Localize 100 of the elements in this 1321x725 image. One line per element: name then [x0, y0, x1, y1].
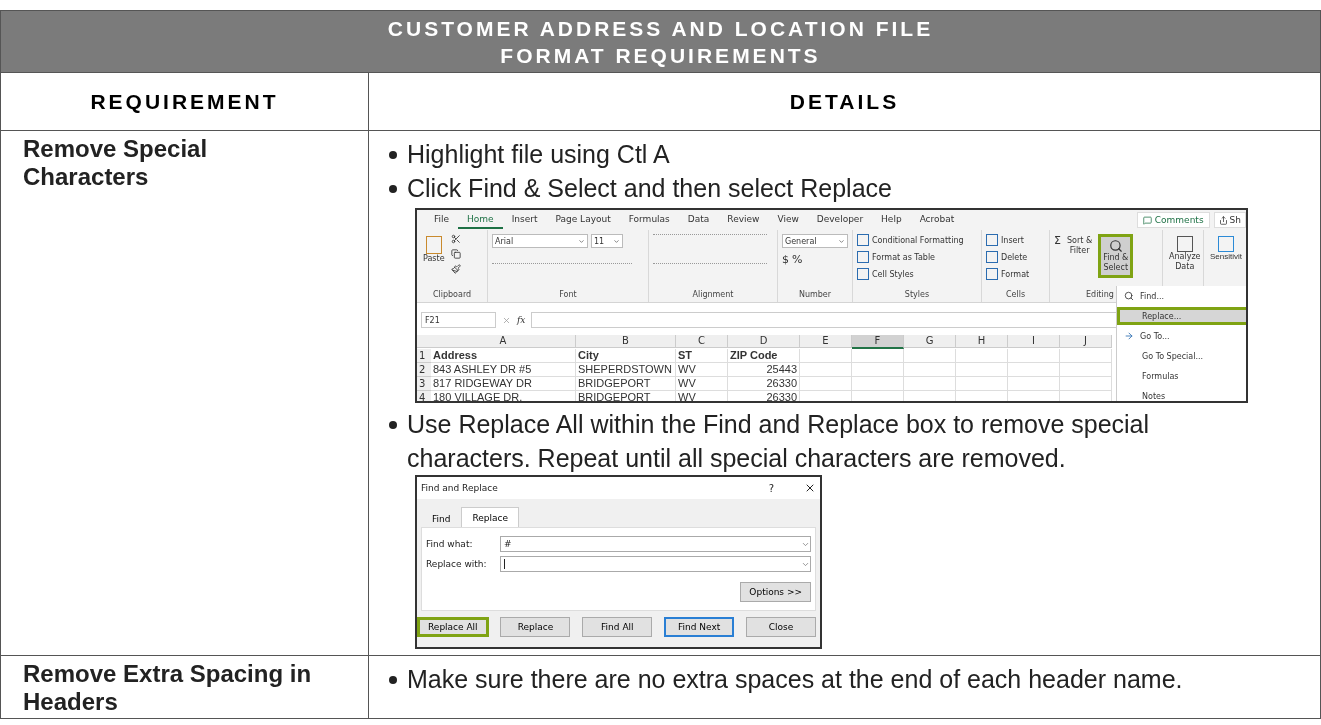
table-cell [904, 363, 956, 377]
function-label[interactable]: fx [517, 315, 526, 325]
copy-icon[interactable] [450, 249, 461, 259]
help-button[interactable]: ? [768, 482, 796, 494]
comments-button[interactable]: Comments [1136, 212, 1210, 228]
sort-filter-button[interactable]: Sort & Filter [1064, 234, 1095, 258]
table-cell [1060, 349, 1112, 363]
find-select-button[interactable]: Find & Select [1098, 234, 1134, 278]
table-cell: WV [676, 363, 728, 377]
ribbon-command[interactable]: Format as Table [872, 252, 936, 262]
bullet-icon [389, 185, 397, 193]
column-header[interactable]: J [1060, 335, 1112, 348]
field-label: Find what: [426, 539, 474, 549]
column-header[interactable]: A [431, 335, 576, 348]
column-heading: DETAILS [368, 72, 1320, 131]
dialog-button[interactable]: Find Next [664, 617, 735, 637]
font-size-field[interactable]: 11 [591, 234, 623, 248]
ribbon-command[interactable]: Cell Styles [872, 269, 914, 279]
table-cell [1008, 349, 1060, 363]
column-header[interactable]: G [904, 335, 956, 348]
menu-item[interactable]: Notes [1117, 387, 1246, 401]
sensitivity-button[interactable]: Sensitivit [1208, 234, 1244, 264]
font-name-field[interactable]: Arial [492, 234, 588, 248]
table-cell: ST [676, 349, 728, 363]
column-header[interactable]: H [956, 335, 1008, 348]
table-cell [1060, 363, 1112, 377]
ribbon-command[interactable]: Insert [1001, 235, 1024, 245]
name-box[interactable]: F21 [421, 312, 496, 328]
column-heading: REQUIREMENT [1, 72, 368, 131]
ribbon-tab[interactable]: Help [872, 211, 911, 229]
table-cell: 26330 [728, 391, 800, 401]
table-cell: 817 RIDGEWAY DR [431, 377, 576, 391]
menu-item[interactable]: Find... [1117, 287, 1246, 305]
dialog-button[interactable]: Close [746, 617, 816, 637]
options-button[interactable]: Options >> [740, 582, 811, 602]
share-button[interactable]: Sh [1213, 212, 1246, 228]
menu-item[interactable]: Formulas [1117, 367, 1246, 385]
column-header[interactable]: B [576, 335, 676, 348]
group-label: Clipboard [431, 289, 473, 301]
table-cell: SHEPERDSTOWN [576, 363, 676, 377]
format-painter-icon[interactable] [450, 264, 461, 274]
bullet-text: Make sure there are no extra spaces at the end of each header name. [407, 664, 1183, 695]
ribbon-command[interactable]: Conditional Formatting [872, 235, 964, 245]
table-cell: 26330 [728, 377, 800, 391]
cancel-icon[interactable] [502, 315, 511, 325]
dialog-tab[interactable]: Replace [461, 507, 520, 527]
input-field[interactable] [500, 556, 811, 572]
ribbon-tab[interactable]: Page Layout [546, 211, 620, 229]
select-all-corner[interactable] [417, 335, 431, 348]
menu-item[interactable]: Replace... [1117, 307, 1246, 325]
search-icon [1108, 239, 1123, 253]
column-header[interactable]: F [852, 335, 904, 349]
ribbon-command[interactable]: Delete [1001, 252, 1028, 262]
ribbon-tab[interactable]: Acrobat [910, 211, 964, 229]
ribbon-tab[interactable]: View [768, 211, 808, 229]
table-cell [852, 377, 904, 391]
column-header[interactable]: I [1008, 335, 1060, 348]
table-cell: Address [431, 349, 576, 363]
ribbon-tab[interactable]: Formulas [619, 211, 679, 229]
dialog-button[interactable]: Replace [500, 617, 571, 637]
group-label: Number [797, 289, 833, 301]
autosum-button[interactable]: Σ [1054, 234, 1061, 247]
table-cell [800, 377, 852, 391]
table-cell [800, 363, 852, 377]
column-header[interactable]: E [800, 335, 852, 348]
group-label: Cells [1004, 289, 1027, 301]
menu-item[interactable]: Go To... [1117, 327, 1246, 345]
row-number: 3 [417, 377, 431, 391]
table-cell: BRIDGEPORT [576, 377, 676, 391]
group-label: Editing [1086, 289, 1114, 301]
ribbon-tab[interactable]: Insert [502, 211, 547, 229]
bullet-icon [389, 151, 397, 159]
ribbon-tab[interactable]: Developer [807, 211, 873, 229]
table-cell: ZIP Code [728, 349, 800, 363]
input-field[interactable]: # [500, 536, 811, 552]
dialog-button[interactable]: Replace All [417, 617, 489, 637]
table-cell [956, 349, 1008, 363]
dialog-button[interactable]: Find All [582, 617, 653, 637]
dialog-tab[interactable]: Find [421, 510, 462, 527]
number-format-field[interactable]: General [782, 234, 848, 248]
menu-item[interactable]: Go To Special... [1117, 347, 1246, 365]
dialog-title: Find and Replace [421, 483, 499, 493]
cut-icon[interactable] [450, 234, 461, 244]
bullet-icon [389, 676, 397, 684]
paste-button[interactable]: Paste [421, 234, 447, 266]
ribbon-command[interactable]: Format [1001, 269, 1030, 279]
number-format-symbol[interactable]: $ [782, 253, 789, 266]
row-number: 1 [417, 349, 431, 363]
column-header[interactable]: D [728, 335, 800, 348]
bullet-text: Highlight file using Ctl A [407, 139, 670, 170]
table-cell [800, 349, 852, 363]
column-header[interactable]: C [676, 335, 728, 348]
analyze-data-button[interactable]: Analyze Data [1167, 234, 1203, 274]
ribbon-tab[interactable]: Data [678, 211, 719, 229]
close-icon[interactable] [804, 482, 816, 494]
number-format-symbol[interactable]: % [792, 253, 803, 266]
ribbon-tab[interactable]: Review [718, 211, 769, 229]
ribbon-tab[interactable]: File [425, 211, 459, 229]
title-line: CUSTOMER ADDRESS AND LOCATION FILE [387, 15, 934, 42]
table-cell [852, 349, 904, 363]
